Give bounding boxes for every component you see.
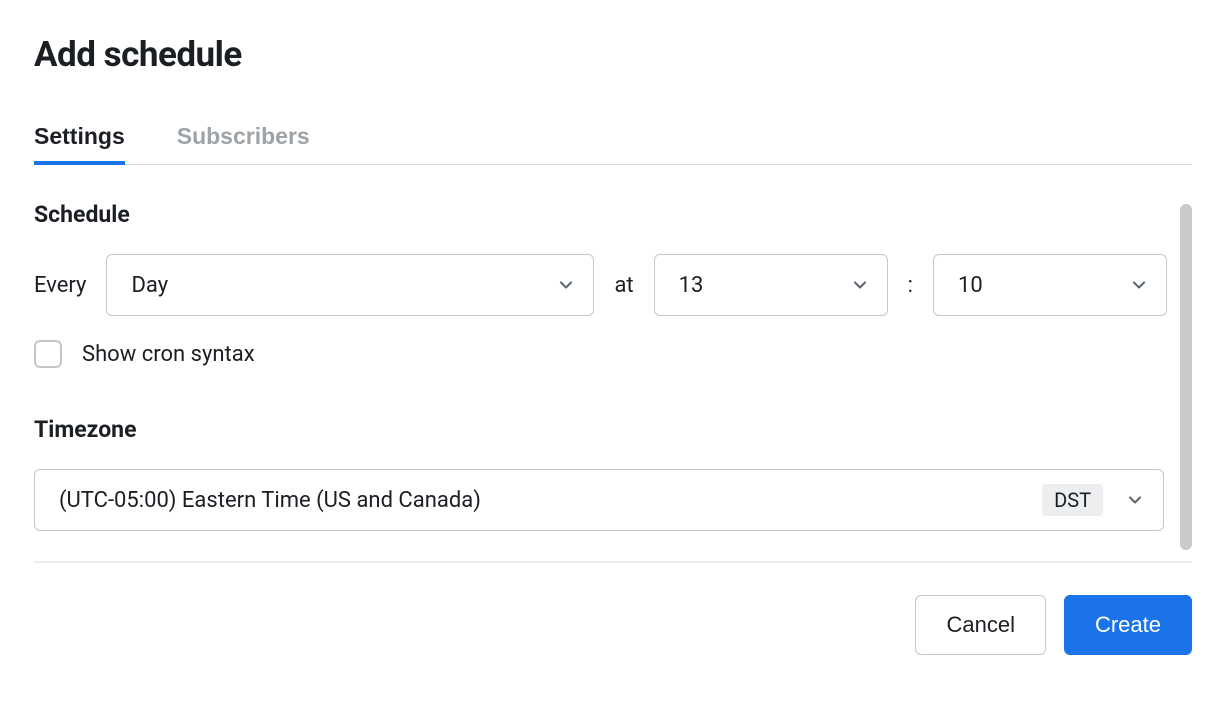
time-separator: : [908, 273, 913, 298]
create-button[interactable]: Create [1064, 595, 1192, 655]
hour-value: 13 [679, 273, 704, 298]
interval-value: Day [131, 273, 168, 298]
footer-actions: Cancel Create [34, 595, 1192, 655]
timezone-select[interactable]: (UTC-05:00) Eastern Time (US and Canada)… [34, 469, 1164, 531]
tabs: Settings Subscribers [34, 123, 1192, 165]
dst-badge: DST [1042, 484, 1103, 516]
content-pane: Schedule Every Day at 13 : [34, 201, 1192, 531]
cron-checkbox[interactable] [34, 340, 62, 368]
minute-select[interactable]: 10 [933, 254, 1167, 316]
scrollbar-thumb[interactable] [1180, 204, 1192, 550]
tab-settings[interactable]: Settings [34, 123, 125, 164]
cron-checkbox-label: Show cron syntax [82, 342, 255, 367]
at-label: at [614, 273, 633, 298]
tab-subscribers[interactable]: Subscribers [177, 123, 310, 164]
page-title: Add schedule [34, 34, 1192, 75]
chevron-down-icon [1125, 490, 1145, 510]
cancel-button[interactable]: Cancel [915, 595, 1045, 655]
cron-checkbox-row: Show cron syntax [34, 340, 1164, 368]
timezone-heading: Timezone [34, 416, 1164, 443]
divider [34, 561, 1192, 563]
schedule-heading: Schedule [34, 201, 1164, 228]
hour-select[interactable]: 13 [654, 254, 888, 316]
schedule-row: Every Day at 13 : [34, 254, 1164, 316]
timezone-value: (UTC-05:00) Eastern Time (US and Canada) [59, 488, 1042, 513]
minute-value: 10 [958, 273, 983, 298]
interval-select[interactable]: Day [106, 254, 594, 316]
every-label: Every [34, 273, 86, 298]
